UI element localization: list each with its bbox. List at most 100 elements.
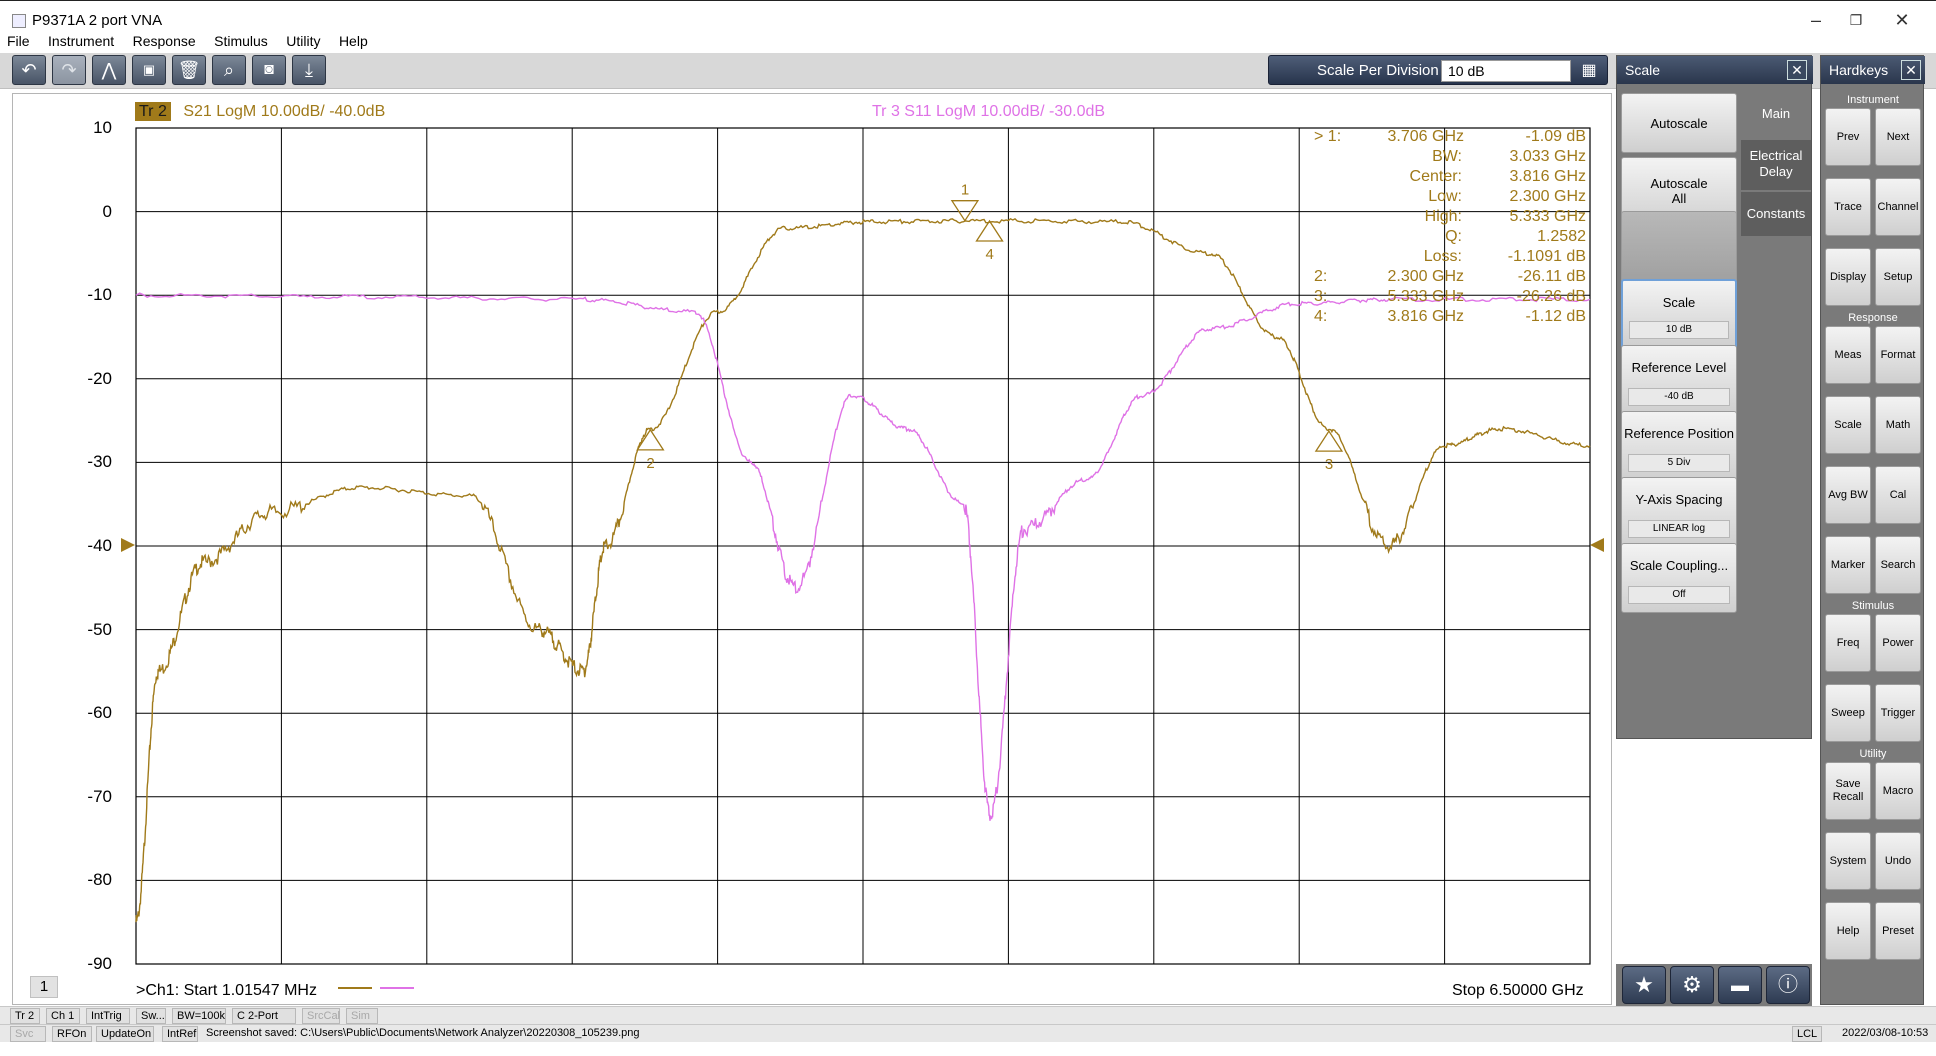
softkey-value: -40 dB bbox=[1628, 388, 1730, 406]
marker-readout-value: 3.816 GHz bbox=[1387, 308, 1464, 325]
softkey-value: 5 Div bbox=[1628, 454, 1730, 472]
marker-4-triangle[interactable] bbox=[975, 219, 1004, 242]
status2-item-0[interactable]: Svc bbox=[10, 1026, 46, 1042]
hardkey-trace[interactable]: Trace bbox=[1825, 178, 1871, 236]
folder-icon[interactable]: ▬ bbox=[1718, 966, 1762, 1004]
status-bar-top: Tr 2 Ch 1 IntTrig Sw... BW=100k C 2-Port SrcCa… bbox=[0, 1006, 1936, 1024]
status-message: Screenshot saved: C:\Users\Public\Docume… bbox=[206, 1027, 640, 1039]
marker-readout-value: 5.333 GHz bbox=[1387, 288, 1464, 305]
start-frequency[interactable]: >Ch1: Start 1.01547 MHz bbox=[136, 982, 317, 1000]
hardkey-save-recall[interactable]: Save Recall bbox=[1825, 762, 1871, 820]
tab-electrical-delay[interactable]: Electrical Delay bbox=[1741, 140, 1811, 190]
hardkey-search[interactable]: Search bbox=[1875, 536, 1921, 594]
info-icon[interactable]: ⓘ bbox=[1766, 966, 1810, 1004]
status-item-7[interactable]: Sim bbox=[346, 1008, 378, 1024]
softkey-scale[interactable]: Scale 10 dB bbox=[1621, 279, 1737, 349]
hardkey-marker[interactable]: Marker bbox=[1825, 536, 1871, 594]
hardkey-help[interactable]: Help bbox=[1825, 902, 1871, 960]
status2-item-2[interactable]: UpdateOn bbox=[96, 1026, 154, 1042]
reference-arrow-left[interactable] bbox=[121, 538, 135, 552]
marker-readout-result: -1.12 dB bbox=[1525, 308, 1586, 325]
close-menu-button[interactable]: ✕ bbox=[1787, 60, 1807, 80]
hardkeys-title: Hardkeys ✕ bbox=[1821, 56, 1925, 84]
hardkey-section-stimulus: Stimulus bbox=[1851, 600, 1895, 612]
hardkey-preset[interactable]: Preset bbox=[1875, 902, 1921, 960]
softkey-caption: Autoscale All bbox=[1650, 176, 1708, 206]
scale-menu-panel: Scale ✕ Autoscale Autoscale All Scale 10 dB… bbox=[1616, 55, 1813, 739]
channel-number-box[interactable]: 1 bbox=[30, 976, 58, 998]
status-item-0[interactable]: Tr 2 bbox=[10, 1008, 40, 1024]
hardkey-avg-bw[interactable]: Avg BW bbox=[1825, 466, 1871, 524]
status2-item-1[interactable]: RFOn bbox=[52, 1026, 92, 1042]
softkey-caption: Reference Position bbox=[1624, 426, 1734, 441]
marker-readout-result: -26.26 dB bbox=[1516, 288, 1586, 305]
softkey-autoscale[interactable]: Autoscale bbox=[1621, 93, 1737, 153]
stop-frequency[interactable]: Stop 6.50000 GHz bbox=[1452, 982, 1584, 1000]
softkey-caption: Scale bbox=[1662, 295, 1696, 310]
hardkeys-panel: Hardkeys ✕ Instrument Prev Next Trace Channe… bbox=[1820, 55, 1925, 1005]
status-item-3[interactable]: Sw... bbox=[136, 1008, 166, 1024]
gear-icon[interactable]: ⚙ bbox=[1670, 966, 1714, 1004]
marker-readout-result: -1.1091 dB bbox=[1507, 248, 1586, 265]
hardkey-prev[interactable]: Prev bbox=[1825, 108, 1871, 166]
hardkey-section-instrument: Instrument bbox=[1847, 94, 1899, 106]
hardkey-scale[interactable]: Scale bbox=[1825, 396, 1871, 454]
hardkey-setup[interactable]: Setup bbox=[1875, 248, 1921, 306]
marker-3-label: 3 bbox=[1325, 456, 1333, 473]
softkey-value: 10 dB bbox=[1629, 321, 1729, 339]
tab-constants[interactable]: Constants bbox=[1741, 192, 1811, 236]
markers: 1 2 3 4 bbox=[636, 182, 1344, 473]
marker-readout-result: 3.816 GHz bbox=[1509, 168, 1586, 185]
status-item-2[interactable]: IntTrig bbox=[86, 1008, 130, 1024]
marker-readout-label: Loss: bbox=[1423, 248, 1462, 265]
marker-readout-label: Q: bbox=[1445, 228, 1462, 245]
status-item-1[interactable]: Ch 1 bbox=[46, 1008, 80, 1024]
star-icon[interactable]: ★ bbox=[1622, 966, 1666, 1004]
softkey-scale-coupling[interactable]: Scale Coupling... Off bbox=[1621, 543, 1737, 613]
softkey-reference-level[interactable]: Reference Level -40 dB bbox=[1621, 345, 1737, 415]
marker-readout-result: 3.033 GHz bbox=[1509, 148, 1586, 165]
lcl-indicator: LCL bbox=[1792, 1026, 1823, 1042]
hardkey-display[interactable]: Display bbox=[1825, 248, 1871, 306]
hardkey-trigger[interactable]: Trigger bbox=[1875, 684, 1921, 742]
hardkey-sweep[interactable]: Sweep bbox=[1825, 684, 1871, 742]
marker-readout-result: -1.09 dB bbox=[1525, 128, 1586, 145]
hardkey-meas[interactable]: Meas bbox=[1825, 326, 1871, 384]
hardkeys-title-text: Hardkeys bbox=[1829, 62, 1889, 78]
marker-readout-value: 3.706 GHz bbox=[1387, 128, 1464, 145]
hardkey-power[interactable]: Power bbox=[1875, 614, 1921, 672]
quick-access-bar: ★ ⚙ ▬ ⓘ bbox=[1616, 964, 1812, 1006]
softkey-blank[interactable] bbox=[1621, 211, 1737, 283]
close-hardkeys-button[interactable]: ✕ bbox=[1901, 60, 1921, 80]
softkey-caption: Scale Coupling... bbox=[1629, 558, 1729, 573]
vna-window: P9371A 2 port VNA – ❐ ✕ File Instrument … bbox=[0, 0, 1936, 1056]
status-item-5[interactable]: C 2-Port bbox=[232, 1008, 296, 1024]
scale-menu-title-text: Scale bbox=[1625, 62, 1661, 78]
hardkey-undo[interactable]: Undo bbox=[1875, 832, 1921, 890]
marker-readout-label: Low: bbox=[1428, 188, 1462, 205]
status2-item-3[interactable]: IntRef bbox=[162, 1026, 198, 1042]
softkey-caption: Autoscale bbox=[1650, 116, 1708, 131]
tab-main[interactable]: Main bbox=[1741, 92, 1811, 136]
status-bar-bottom: Screenshot saved: C:\Users\Public\Docume… bbox=[0, 1024, 1936, 1042]
softkey-reference-position[interactable]: Reference Position 5 Div bbox=[1621, 411, 1737, 481]
hardkey-system[interactable]: System bbox=[1825, 832, 1871, 890]
softkey-caption: Y-Axis Spacing bbox=[1635, 492, 1723, 507]
softkey-value: Off bbox=[1628, 586, 1730, 604]
hardkey-freq[interactable]: Freq bbox=[1825, 614, 1871, 672]
hardkey-format[interactable]: Format bbox=[1875, 326, 1921, 384]
marker-readout-label: High: bbox=[1424, 208, 1462, 225]
marker-readout-result: -26.11 dB bbox=[1517, 268, 1586, 285]
hardkey-channel[interactable]: Channel bbox=[1875, 178, 1921, 236]
hardkey-next[interactable]: Next bbox=[1875, 108, 1921, 166]
marker-1-triangle[interactable] bbox=[950, 200, 980, 222]
hardkey-math[interactable]: Math bbox=[1875, 396, 1921, 454]
marker-1-label: 1 bbox=[961, 182, 969, 199]
softkey-y-axis-spacing[interactable]: Y-Axis Spacing LINEAR log bbox=[1621, 477, 1737, 547]
hardkey-macro[interactable]: Macro bbox=[1875, 762, 1921, 820]
status-item-4[interactable]: BW=100k bbox=[172, 1008, 226, 1024]
marker-readout-label: BW: bbox=[1432, 148, 1462, 165]
reference-arrow-right[interactable] bbox=[1590, 538, 1604, 552]
hardkey-cal[interactable]: Cal bbox=[1875, 466, 1921, 524]
status-item-6[interactable]: SrcCal bbox=[302, 1008, 340, 1024]
